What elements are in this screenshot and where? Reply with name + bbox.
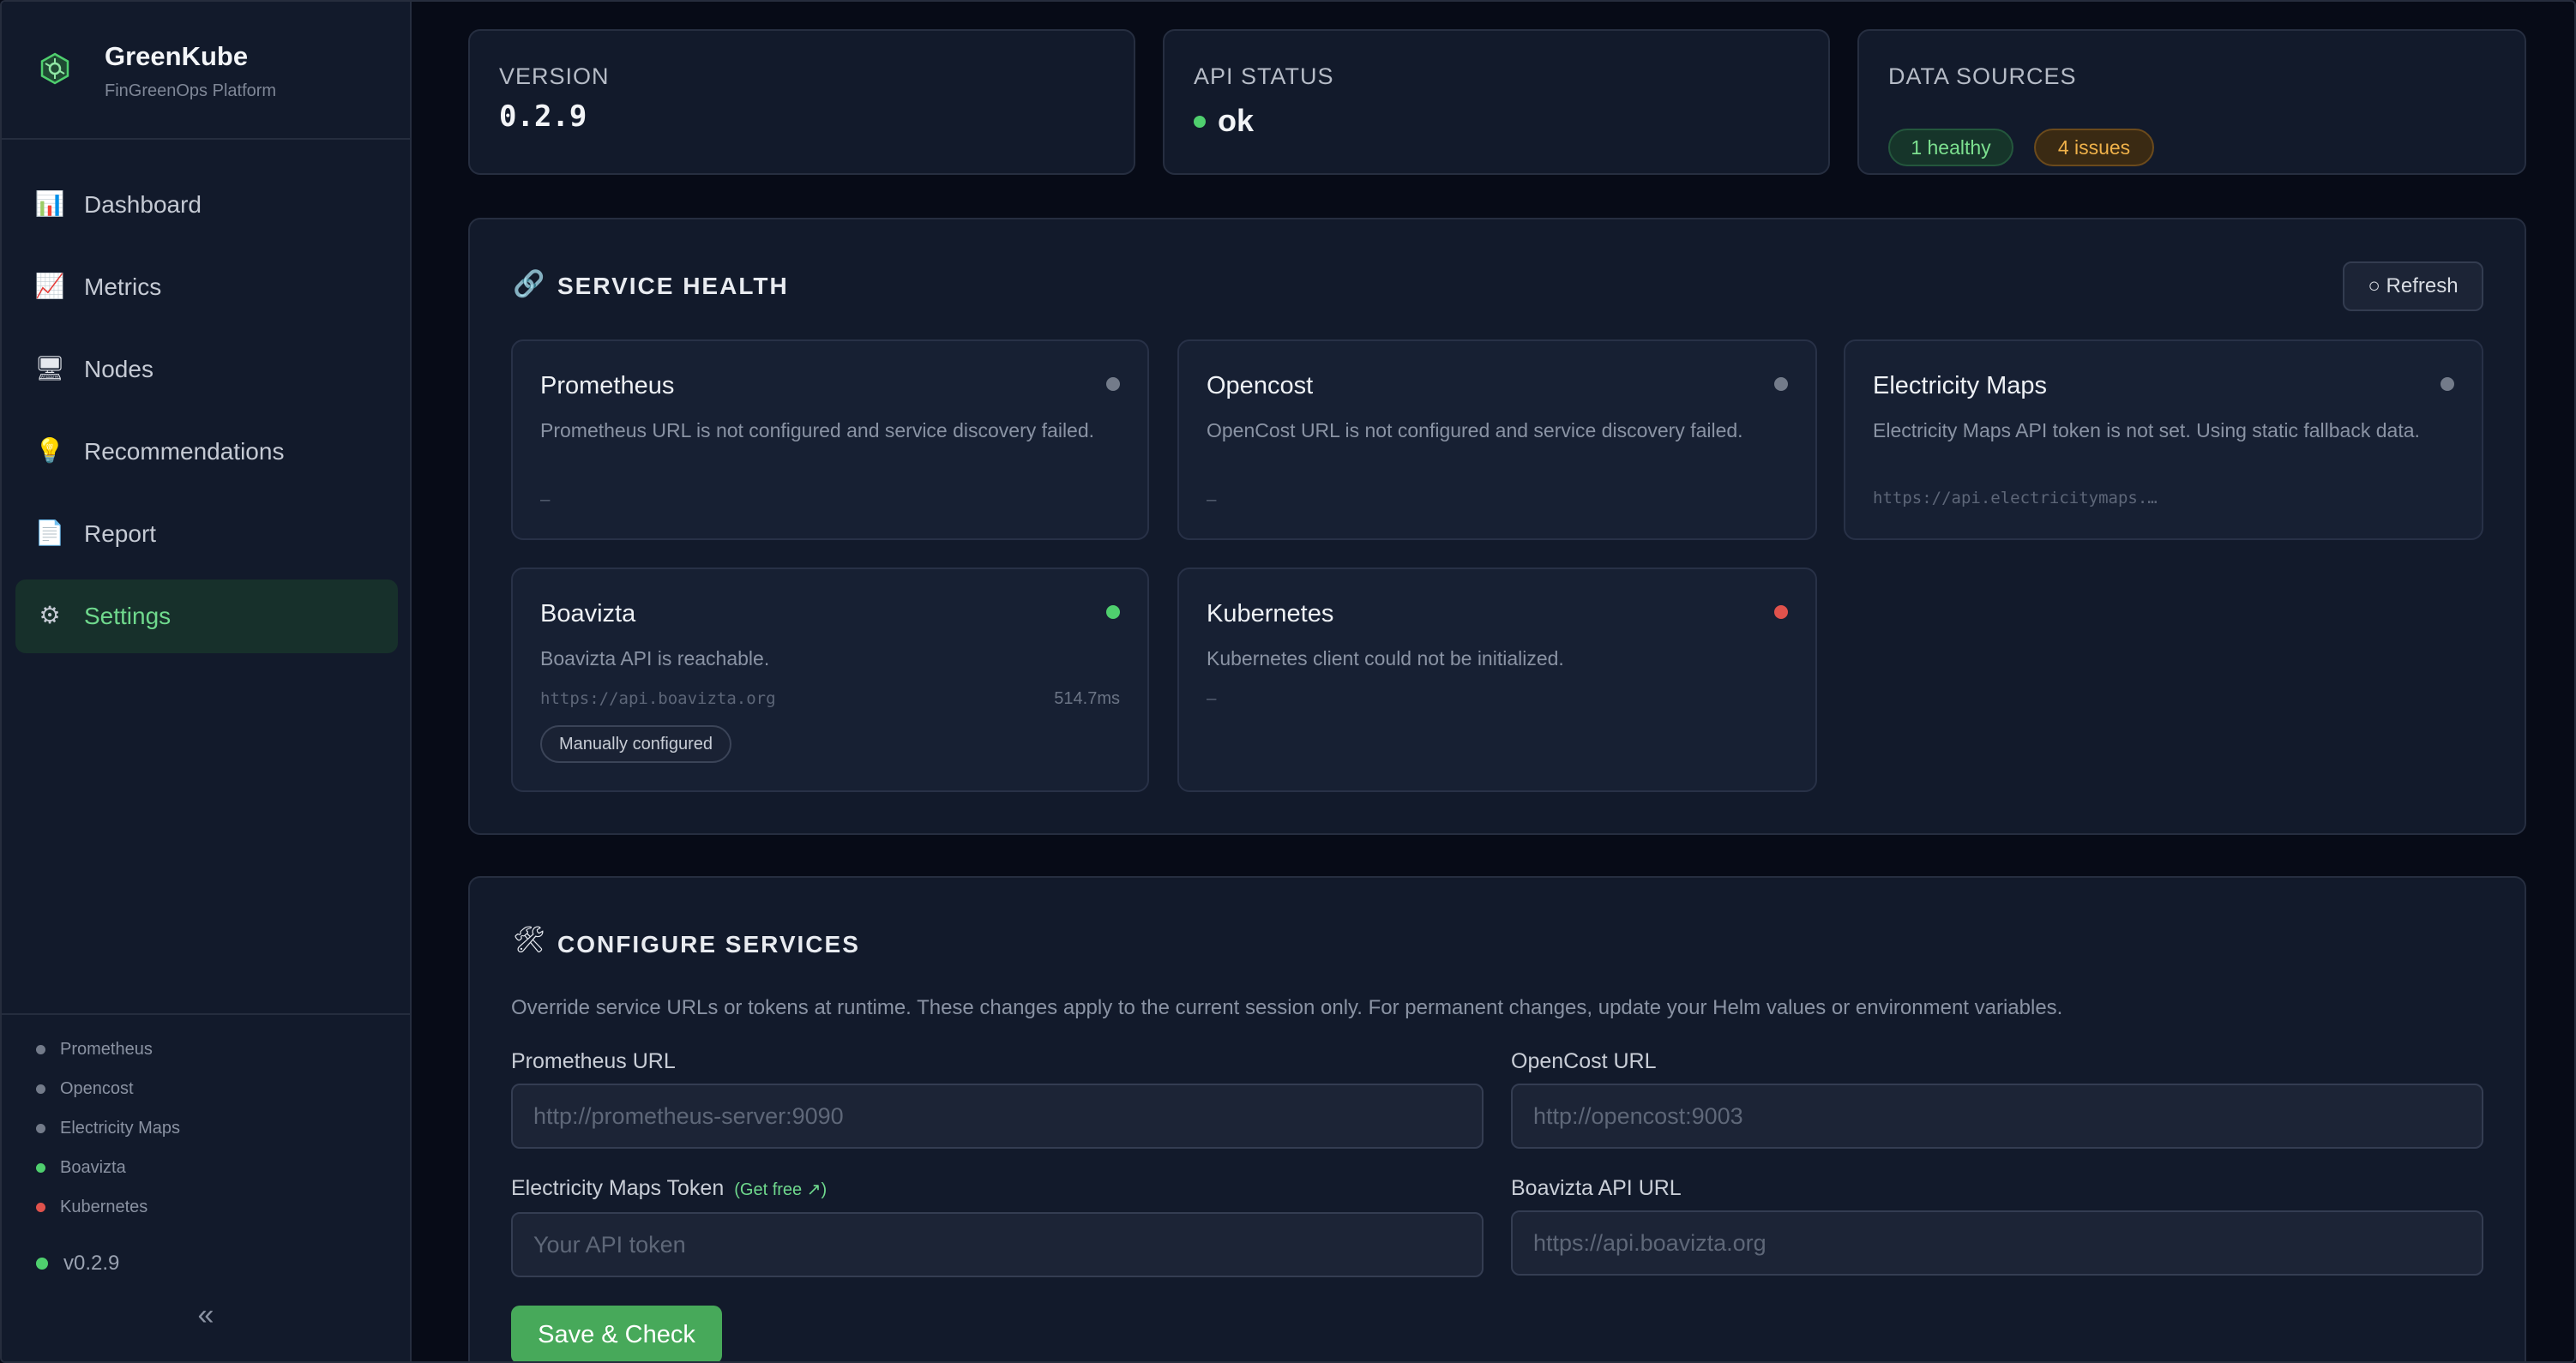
get-free-link[interactable]: (Get free ↗) xyxy=(734,1180,827,1199)
service-card-kubernetes: Kubernetes Kubernetes client could not b… xyxy=(1177,567,1817,792)
service-url: https://api.electricitymaps.… xyxy=(1873,489,2158,507)
status-dot xyxy=(1194,116,1206,128)
nav-item-dashboard[interactable]: 📊 Dashboard xyxy=(15,168,398,242)
electricity-maps-token-label: Electricity Maps Token (Get free ↗) xyxy=(511,1176,827,1201)
bar-chart-icon: 📊 xyxy=(34,190,65,217)
prometheus-url-label: Prometheus URL xyxy=(511,1049,676,1073)
section-title: SERVICE HEALTH xyxy=(557,273,789,299)
status-dot xyxy=(1106,377,1120,391)
version-value: 0.2.9 xyxy=(499,99,587,134)
prometheus-url-input[interactable] xyxy=(511,1084,1484,1149)
brand-header: GreenKube FinGreenOps Platform xyxy=(2,2,410,140)
status-dot xyxy=(1774,377,1788,391)
api-status-value: ok xyxy=(1218,103,1255,138)
service-name: Boavizta xyxy=(540,600,636,627)
save-and-check-button[interactable]: Save & Check xyxy=(511,1306,722,1361)
data-sources-card: DATA SOURCES 1 healthy 4 issues xyxy=(1857,29,2526,175)
manual-config-badge: Manually configured xyxy=(540,725,731,763)
api-status-card: API STATUS ok xyxy=(1163,29,1830,175)
nav-label: Metrics xyxy=(84,273,162,300)
service-card-boavizta: Boavizta Boavizta API is reachable. http… xyxy=(511,567,1149,792)
field-label-text: Electricity Maps Token xyxy=(511,1176,725,1200)
service-url: — xyxy=(1207,689,1217,708)
configure-description: Override service URLs or tokens at runti… xyxy=(511,996,2063,1019)
desktop-icon: 🖥 xyxy=(34,355,65,381)
status-dot xyxy=(36,1045,45,1054)
service-description: Kubernetes client could not be initializ… xyxy=(1207,647,1564,669)
tools-icon: 🛠 xyxy=(513,926,546,954)
service-name: Opencost xyxy=(1207,372,1314,399)
service-description: Prometheus URL is not configured and ser… xyxy=(540,419,1095,441)
collapse-sidebar-icon[interactable]: « xyxy=(189,1300,223,1332)
api-status-label: API STATUS xyxy=(1194,63,1334,89)
app-name: GreenKube xyxy=(105,41,249,71)
section-title: CONFIGURE SERVICES xyxy=(557,931,860,958)
gear-icon: ⚙ xyxy=(39,602,61,628)
nav-item-settings[interactable]: ⚙ Settings xyxy=(15,579,398,653)
service-name: Electricity Maps xyxy=(1873,372,2048,399)
service-url: — xyxy=(540,490,551,509)
nav-label: Nodes xyxy=(84,356,153,382)
nav-label: Dashboard xyxy=(84,191,202,218)
data-sources-label: DATA SOURCES xyxy=(1888,63,2077,89)
service-url: https://api.boavizta.org xyxy=(540,689,776,708)
service-card-prometheus: Prometheus Prometheus URL is not configu… xyxy=(511,339,1149,540)
service-name: Kubernetes xyxy=(1207,600,1334,627)
service-description: OpenCost URL is not configured and servi… xyxy=(1207,419,1743,441)
service-description: Boavizta API is reachable. xyxy=(540,647,770,669)
status-dot xyxy=(36,1203,45,1212)
status-dot xyxy=(1106,605,1120,619)
service-card-electricity-maps: Electricity Maps Electricity Maps API to… xyxy=(1844,339,2483,540)
nav-item-metrics[interactable]: 📈 Metrics xyxy=(15,250,398,324)
status-dot xyxy=(2441,377,2454,391)
status-dot xyxy=(36,1124,45,1133)
link-icon: 🔗 xyxy=(513,270,545,298)
version-card: VERSION 0.2.9 xyxy=(468,29,1135,175)
nav-item-nodes[interactable]: 🖥 Nodes xyxy=(15,333,398,406)
app-subtitle: FinGreenOps Platform xyxy=(105,81,277,100)
issues-badge: 4 issues xyxy=(2034,129,2154,166)
app-window: GreenKube FinGreenOps Platform 📊 Dashboa… xyxy=(0,0,2576,1363)
opencost-url-input[interactable] xyxy=(1511,1084,2483,1149)
nav-label: Report xyxy=(84,520,157,547)
status-dot xyxy=(36,1163,45,1173)
nav-label: Settings xyxy=(84,603,172,629)
nav-item-recommendations[interactable]: 💡 Recommendations xyxy=(15,415,398,489)
service-description: Electricity Maps API token is not set. U… xyxy=(1873,419,2420,441)
boavizta-url-input[interactable] xyxy=(1511,1210,2483,1276)
service-latency: 514.7ms xyxy=(1054,689,1120,708)
lightbulb-icon: 💡 xyxy=(34,437,65,464)
status-dot xyxy=(36,1258,48,1270)
nav-label: Recommendations xyxy=(84,438,285,465)
status-dot xyxy=(1774,605,1788,619)
sidebar-status-label: Kubernetes xyxy=(60,1198,148,1216)
sidebar-status-label: Opencost xyxy=(60,1079,134,1098)
version-label: VERSION xyxy=(499,63,610,89)
greenkube-logo-icon xyxy=(40,52,69,85)
sidebar-status-label: Boavizta xyxy=(60,1158,126,1177)
boavizta-url-label: Boavizta API URL xyxy=(1511,1176,1682,1200)
version-label: v0.2.9 xyxy=(63,1252,120,1275)
sidebar-divider xyxy=(2,1013,410,1015)
opencost-url-label: OpenCost URL xyxy=(1511,1049,1657,1073)
service-card-opencost: Opencost OpenCost URL is not configured … xyxy=(1177,339,1817,540)
electricity-maps-token-input[interactable] xyxy=(511,1212,1484,1277)
sidebar-status-label: Electricity Maps xyxy=(60,1119,181,1138)
status-dot xyxy=(36,1084,45,1094)
sidebar-status-label: Prometheus xyxy=(60,1040,153,1059)
sidebar: GreenKube FinGreenOps Platform 📊 Dashboa… xyxy=(2,2,412,1361)
healthy-badge: 1 healthy xyxy=(1888,129,2013,166)
service-url: — xyxy=(1207,490,1217,509)
service-name: Prometheus xyxy=(540,372,675,399)
nav-item-report[interactable]: 📄 Report xyxy=(15,497,398,571)
refresh-button[interactable]: ○ Refresh xyxy=(2343,261,2483,311)
trend-chart-icon: 📈 xyxy=(34,273,65,299)
document-icon: 📄 xyxy=(34,519,65,546)
